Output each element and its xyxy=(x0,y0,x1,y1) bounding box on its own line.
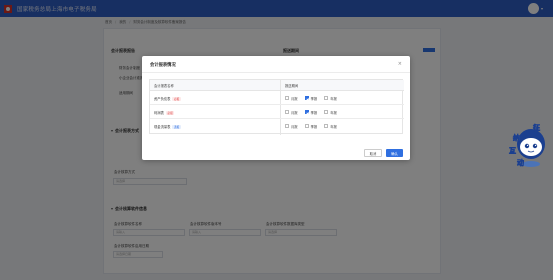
option-monthly[interactable]: 月报 xyxy=(285,96,298,101)
checkbox[interactable] xyxy=(304,124,309,128)
period-options: 月报 季报 年报 xyxy=(285,124,337,129)
checkbox[interactable] xyxy=(324,96,329,100)
dialog-divider xyxy=(142,72,410,73)
period-options: 月报 季报 年报 xyxy=(285,96,337,101)
option-annual[interactable]: 年报 xyxy=(324,124,337,129)
cancel-button[interactable]: 取消 xyxy=(364,149,382,157)
report-name: 现金流量表 xyxy=(154,125,171,129)
report-name: 利润表 xyxy=(154,111,164,115)
close-icon[interactable]: × xyxy=(398,61,402,67)
option-monthly[interactable]: 月报 xyxy=(285,110,298,115)
mascot-char-4: 动 xyxy=(517,158,524,167)
checkbox[interactable] xyxy=(285,124,289,128)
option-label: 年报 xyxy=(330,124,337,129)
report-table: 会计报表名称 报送期间 资产负债表 必报 月报 季报 年报 利润表 必报 月报 … xyxy=(149,79,404,135)
mascot-char-2: 纳 xyxy=(513,133,520,142)
taxpayer-interaction-mascot[interactable]: 征 纳 互 动 xyxy=(507,120,549,170)
report-status-dialog: 会计报表情况 × 会计报表名称 报送期间 资产负债表 必报 月报 季报 年报 利… xyxy=(142,56,410,160)
report-name: 资产负债表 xyxy=(154,97,171,101)
column-header-period: 报送期间 xyxy=(285,84,299,88)
report-name-cell: 现金流量表 选报 xyxy=(154,124,181,129)
dialog-title: 会计报表情况 xyxy=(150,63,176,68)
checkbox-checked[interactable] xyxy=(304,96,309,100)
table-row: 资产负债表 必报 月报 季报 年报 xyxy=(150,91,404,105)
option-annual[interactable]: 年报 xyxy=(324,96,337,101)
option-annual[interactable]: 年报 xyxy=(324,110,337,115)
option-quarterly[interactable]: 季报 xyxy=(304,96,318,101)
period-options: 月报 季报 年报 xyxy=(285,110,337,115)
option-label: 季报 xyxy=(310,96,318,101)
table-header: 会计报表名称 报送期间 xyxy=(150,80,404,91)
option-label: 季报 xyxy=(310,110,318,115)
checkbox-checked[interactable] xyxy=(304,110,309,114)
option-label: 月报 xyxy=(291,124,298,129)
mascot-icon: 征 纳 互 动 xyxy=(509,123,545,167)
mascot-char-1: 征 xyxy=(532,123,540,132)
report-name-cell: 利润表 必报 xyxy=(154,110,175,115)
mascot-char-3: 互 xyxy=(509,147,516,155)
confirm-button[interactable]: 确认 xyxy=(386,149,403,157)
option-label: 年报 xyxy=(330,110,337,115)
column-header-name: 会计报表名称 xyxy=(154,84,174,88)
checkbox[interactable] xyxy=(285,96,289,100)
required-badge: 必报 xyxy=(172,96,181,101)
checkbox[interactable] xyxy=(324,110,329,114)
option-quarterly[interactable]: 季报 xyxy=(304,110,318,115)
option-label: 季报 xyxy=(310,124,318,129)
checkbox[interactable] xyxy=(285,110,289,114)
report-name-cell: 资产负债表 必报 xyxy=(154,96,181,101)
required-badge: 必报 xyxy=(165,110,175,115)
option-monthly[interactable]: 月报 xyxy=(285,124,298,129)
table-row: 利润表 必报 月报 季报 年报 xyxy=(150,105,404,119)
table-row: 现金流量表 选报 月报 季报 年报 xyxy=(150,119,404,135)
checkbox[interactable] xyxy=(324,124,329,128)
option-label: 月报 xyxy=(291,110,298,115)
option-label: 年报 xyxy=(330,96,337,101)
option-label: 月报 xyxy=(291,96,298,101)
optional-badge: 选报 xyxy=(172,124,181,129)
option-quarterly[interactable]: 季报 xyxy=(304,124,318,129)
